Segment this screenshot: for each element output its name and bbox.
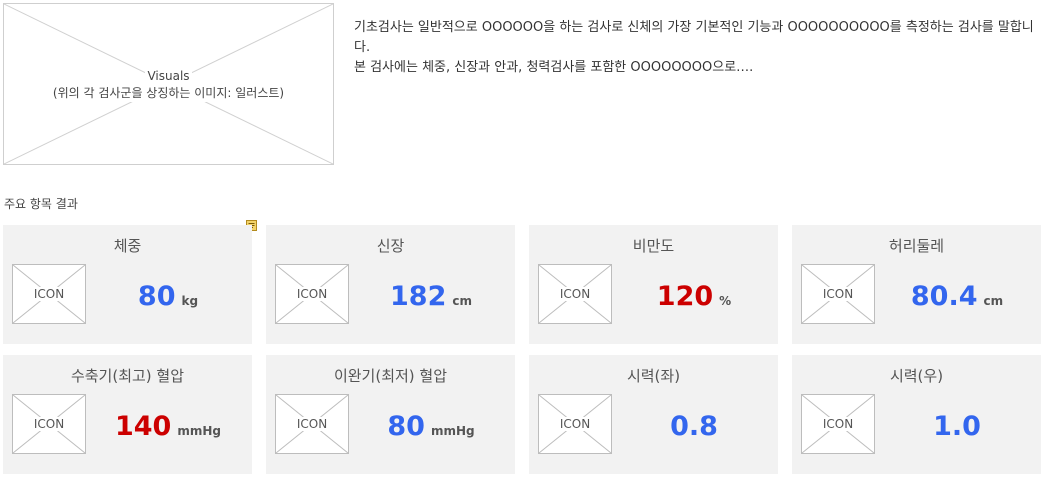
result-unit: mmHg — [430, 424, 475, 438]
section-title: 주요 항목 결과 — [4, 197, 78, 211]
result-unit: mmHg — [177, 424, 221, 438]
result-value: 120 — [656, 281, 714, 312]
card-title: 신장 — [376, 237, 405, 255]
icon-placeholder: ICON — [801, 264, 875, 324]
icon-label-text: ICON — [294, 417, 330, 431]
result-card: 비만도 ICON 120% — [529, 225, 778, 344]
visual-caption-line2: (위의 각 검사군을 상징하는 이미지: 일러스트) — [50, 85, 287, 102]
card-title: 허리둘레 — [888, 237, 945, 255]
value-group: 1.0 — [878, 411, 1036, 442]
icon-label: ICON — [539, 287, 611, 301]
result-card: 허리둘레 ICON 80.4 cm — [792, 225, 1041, 344]
result-card: 이완기(최저) 혈압 ICON 80 mmHg — [266, 355, 515, 474]
card-title: 이완기(최저) 혈압 — [333, 367, 448, 385]
icon-label-text: ICON — [820, 417, 856, 431]
icon-label: ICON — [802, 417, 874, 431]
icon-label-text: ICON — [31, 417, 67, 431]
value-group: 140 mmHg — [89, 411, 247, 442]
result-unit: kg — [181, 294, 199, 308]
value-group: 80 mmHg — [352, 411, 510, 442]
result-value: 80 — [137, 281, 176, 312]
result-value: 80.4 — [910, 281, 978, 312]
icon-placeholder: ICON — [538, 264, 612, 324]
result-value: 182 — [390, 281, 447, 312]
icon-label-text: ICON — [557, 287, 593, 301]
card-title: 수축기(최고) 혈압 — [70, 367, 185, 385]
visual-caption-line1: Visuals — [145, 68, 192, 85]
result-value: 0.8 — [670, 411, 718, 442]
intro-description: 기초검사는 일반적으로 OOOOOO을 하는 검사로 신체의 가장 기본적인 기… — [354, 18, 1034, 78]
result-value: 1.0 — [933, 411, 981, 442]
result-card: 신장 ICON 182 cm — [266, 225, 515, 344]
value-group: 0.8 — [615, 411, 773, 442]
result-card: 시력(우) ICON 1.0 — [792, 355, 1041, 474]
value-group: 80.4 cm — [878, 281, 1036, 312]
result-card: 체중 ICON 80 kg — [3, 225, 252, 344]
icon-label-text: ICON — [31, 287, 67, 301]
card-title: 시력(우) — [889, 367, 944, 385]
icon-placeholder: ICON — [275, 264, 349, 324]
value-group: 182 cm — [352, 281, 510, 312]
icon-label: ICON — [13, 417, 85, 431]
icon-label-text: ICON — [294, 287, 330, 301]
result-card: 시력(좌) ICON 0.8 — [529, 355, 778, 474]
icon-placeholder: ICON — [12, 394, 86, 454]
icon-label: ICON — [276, 417, 348, 431]
value-group: 120% — [615, 281, 773, 312]
visual-caption: Visuals (위의 각 검사군을 상징하는 이미지: 일러스트) — [4, 68, 333, 102]
icon-placeholder: ICON — [275, 394, 349, 454]
visual-placeholder: Visuals (위의 각 검사군을 상징하는 이미지: 일러스트) — [3, 3, 334, 165]
result-value: 80 — [387, 411, 425, 442]
result-card: 수축기(최고) 혈압 ICON 140 mmHg — [3, 355, 252, 474]
icon-label-text: ICON — [820, 287, 856, 301]
icon-label: ICON — [539, 417, 611, 431]
result-value: 140 — [114, 411, 172, 442]
icon-label: ICON — [13, 287, 85, 301]
intro-line1: 기초검사는 일반적으로 OOOOOO을 하는 검사로 신체의 가장 기본적인 기… — [354, 20, 1034, 55]
icon-label-text: ICON — [557, 417, 593, 431]
result-unit: cm — [452, 294, 472, 308]
card-title: 시력(좌) — [626, 367, 681, 385]
intro-line2: 본 검사에는 체중, 신장과 안과, 청력검사를 포함한 OOOOOOOO으로…… — [354, 60, 754, 75]
result-unit: % — [719, 294, 732, 308]
icon-label: ICON — [802, 287, 874, 301]
value-group: 80 kg — [89, 281, 247, 312]
card-title: 체중 — [113, 237, 142, 255]
icon-placeholder: ICON — [12, 264, 86, 324]
result-unit: cm — [983, 294, 1004, 308]
card-title: 비만도 — [632, 237, 675, 255]
icon-placeholder: ICON — [801, 394, 875, 454]
icon-label: ICON — [276, 287, 348, 301]
icon-placeholder: ICON — [538, 394, 612, 454]
